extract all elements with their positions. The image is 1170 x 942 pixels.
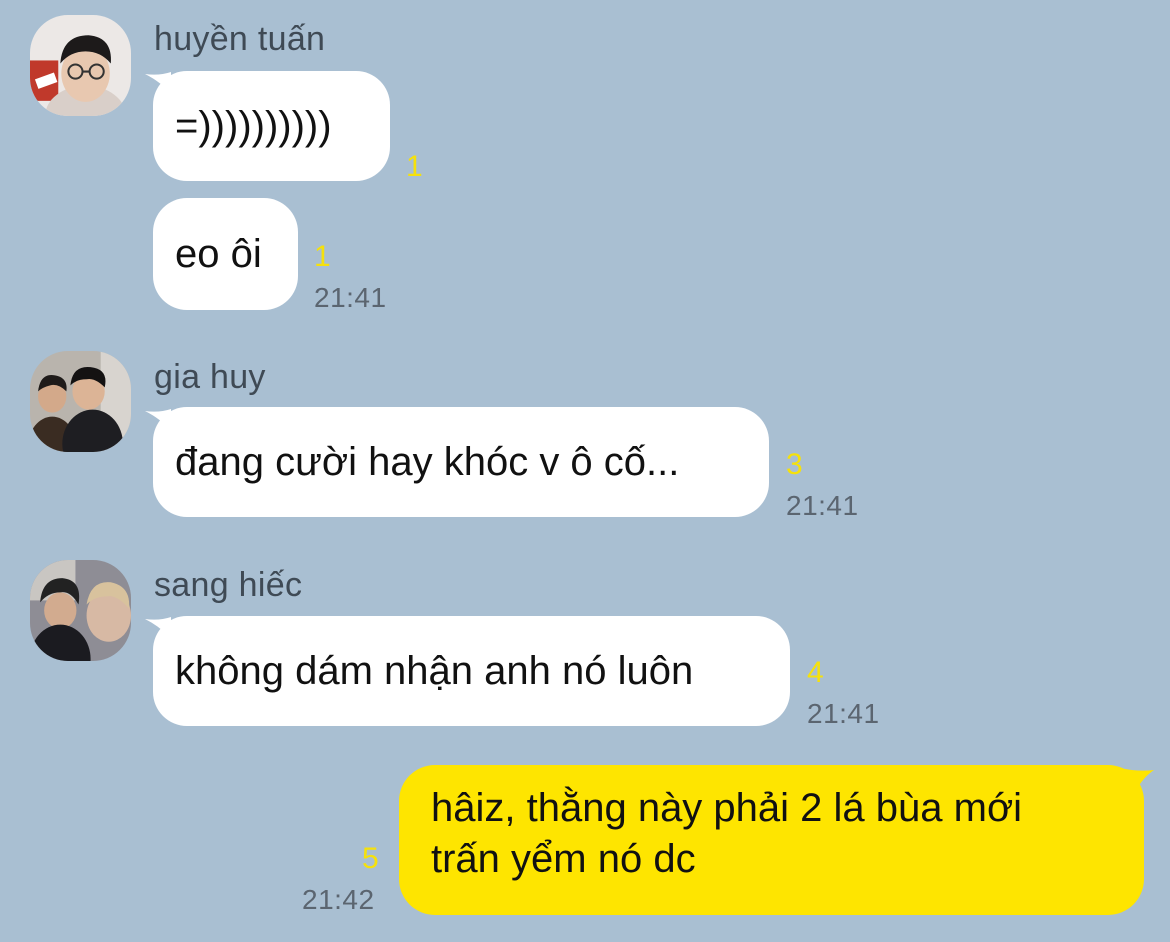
outgoing-message-bubble[interactable]: hâiz, thằng này phải 2 lá bùa mới trấn y…	[399, 765, 1144, 915]
profile-photo-icon	[30, 351, 131, 452]
message-text: =))))))))))	[175, 103, 332, 148]
message-time: 21:41	[807, 698, 880, 729]
sender-name: sang hiếc	[154, 566, 303, 604]
message-text-line: trấn yểm nó dc	[431, 837, 696, 881]
avatar-gia-huy[interactable]	[30, 351, 131, 452]
message-time: 21:41	[314, 282, 387, 313]
message-time: 21:42	[302, 884, 375, 915]
unread-count: 1	[406, 150, 423, 183]
message-text: eo ôi	[175, 231, 262, 276]
avatar-huyen-tuan[interactable]	[30, 15, 131, 116]
unread-count: 5	[362, 842, 379, 875]
unread-count: 1	[314, 240, 331, 273]
unread-count: 3	[786, 448, 803, 481]
message-text-line: hâiz, thằng này phải 2 lá bùa mới	[431, 786, 1023, 830]
message-time: 21:41	[786, 490, 859, 521]
message-text: đang cười hay khóc v ô cố...	[175, 439, 680, 484]
message-text: không dám nhận anh nó luôn	[175, 648, 694, 693]
sender-name: gia huy	[154, 358, 266, 396]
avatar-sang-hiec[interactable]	[30, 560, 131, 661]
profile-photo-icon	[30, 15, 131, 116]
message-bubble[interactable]: không dám nhận anh nó luôn	[153, 616, 790, 726]
message-bubble[interactable]: đang cười hay khóc v ô cố...	[153, 407, 769, 517]
sender-name: huyền tuấn	[154, 20, 326, 58]
message-bubble[interactable]: eo ôi	[153, 198, 298, 310]
message-bubble[interactable]: =))))))))))	[153, 71, 390, 181]
unread-count: 4	[807, 656, 824, 689]
profile-photo-icon	[30, 560, 131, 661]
